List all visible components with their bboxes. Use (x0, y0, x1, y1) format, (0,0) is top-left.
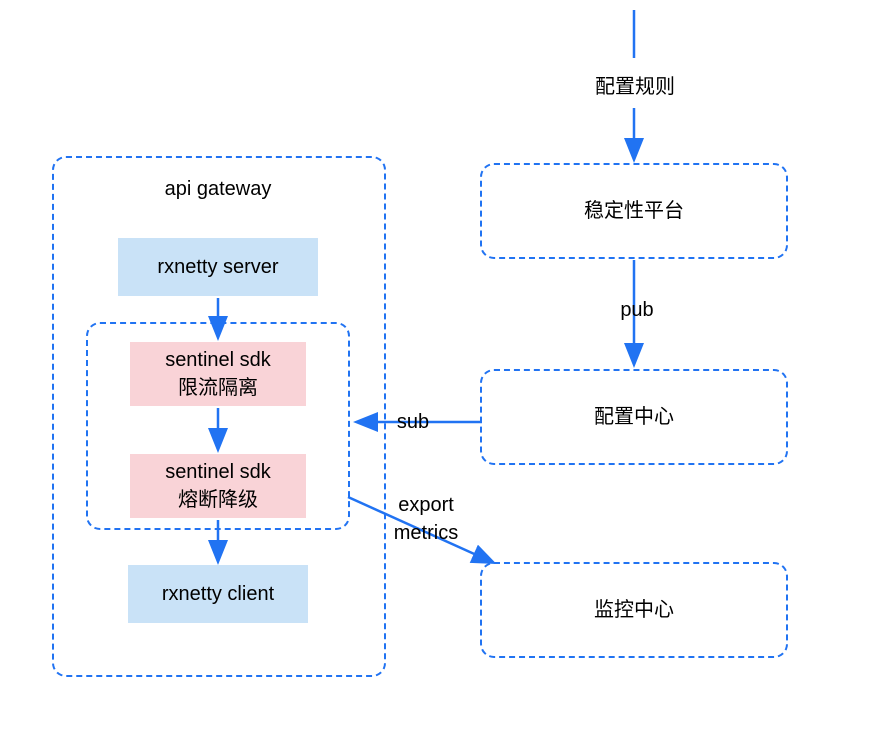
sentinel-circuit-box: sentinel sdk 熔断降级 (130, 454, 306, 518)
stability-platform-box: 稳定性平台 (480, 163, 788, 259)
export-metrics-label: export metrics (386, 491, 466, 547)
rxnetty-client-box: rxnetty client (128, 565, 308, 623)
stability-platform-label: 稳定性平台 (584, 197, 684, 225)
sub-label: sub (388, 411, 438, 434)
export-metrics-line1: export (398, 494, 454, 516)
config-center-label: 配置中心 (594, 403, 674, 431)
config-rule-label: 配置规则 (585, 70, 685, 99)
sentinel-rate-limit-line1: sentinel sdk (165, 346, 271, 374)
pub-label: pub (612, 299, 662, 322)
config-center-box: 配置中心 (480, 369, 788, 465)
monitor-center-label: 监控中心 (594, 596, 674, 624)
sentinel-circuit-line1: sentinel sdk (165, 458, 271, 486)
sentinel-rate-limit-box: sentinel sdk 限流隔离 (130, 342, 306, 406)
sentinel-circuit-line2: 熔断降级 (178, 486, 258, 514)
monitor-center-box: 监控中心 (480, 562, 788, 658)
api-gateway-title: api gateway (128, 178, 308, 201)
export-metrics-line2: metrics (394, 522, 458, 544)
rxnetty-server-box: rxnetty server (118, 238, 318, 296)
sentinel-rate-limit-line2: 限流隔离 (178, 374, 258, 402)
rxnetty-client-label: rxnetty client (162, 580, 274, 608)
rxnetty-server-label: rxnetty server (157, 253, 278, 281)
